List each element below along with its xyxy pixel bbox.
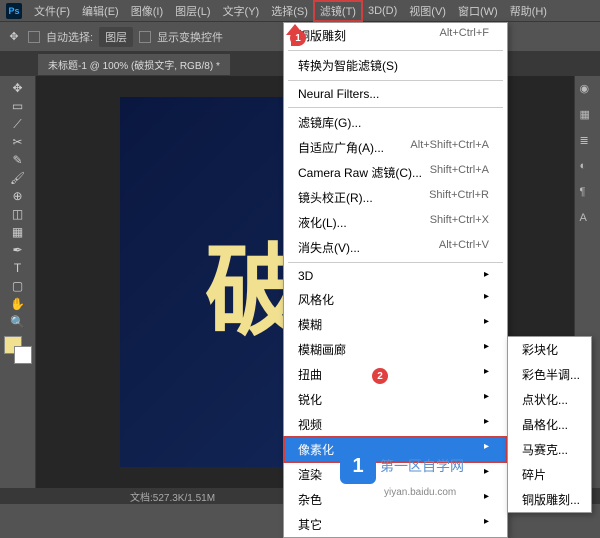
move-tool[interactable]: ✥ <box>10 80 26 96</box>
menu-item-g1-2[interactable]: Camera Raw 滤镜(C)...Shift+Ctrl+A <box>284 160 507 185</box>
menu-type[interactable]: 文字(Y) <box>217 1 266 21</box>
hand-tool[interactable]: ✋ <box>10 296 26 312</box>
gradient-tool[interactable]: ▦ <box>10 224 26 240</box>
brush-tool[interactable]: 🖌 <box>10 170 26 186</box>
submenu-item-4[interactable]: 马赛克... <box>508 437 591 462</box>
auto-select-checkbox[interactable] <box>28 31 40 43</box>
menu-edit[interactable]: 编辑(E) <box>76 1 125 21</box>
menu-select[interactable]: 选择(S) <box>265 1 314 21</box>
menu-item-g2-2[interactable]: 模糊 <box>284 312 507 337</box>
menu-item-g1-1[interactable]: 自适应广角(A)...Alt+Shift+Ctrl+A <box>284 135 507 160</box>
shape-tool[interactable]: ▢ <box>10 278 26 294</box>
marker-1: 1 <box>290 30 306 46</box>
document-tab[interactable]: 未标题-1 @ 100% (破损文字, RGB/8) * <box>38 54 230 75</box>
menu-item-g1-0[interactable]: 滤镜库(G)... <box>284 110 507 135</box>
lasso-tool[interactable]: ⟋ <box>10 116 26 132</box>
menu-item-smart-filter[interactable]: 转换为智能滤镜(S) <box>284 53 507 78</box>
menu-item-neural[interactable]: Neural Filters... <box>284 83 507 105</box>
paragraph-panel-icon[interactable]: ¶ <box>580 186 596 202</box>
menu-window[interactable]: 窗口(W) <box>452 1 504 21</box>
adjustments-panel-icon[interactable]: ◐ <box>580 160 596 176</box>
color-swatches[interactable] <box>4 336 32 364</box>
menu-item-g2-4[interactable]: 扭曲 <box>284 362 507 387</box>
show-transform-checkbox[interactable] <box>139 31 151 43</box>
pixelate-submenu: 彩块化彩色半调...点状化...晶格化...马赛克...碎片铜版雕刻... <box>507 336 592 513</box>
ps-logo: Ps <box>6 3 22 19</box>
color-panel-icon[interactable]: ◉ <box>580 82 596 98</box>
submenu-item-6[interactable]: 铜版雕刻... <box>508 487 591 512</box>
background-swatch[interactable] <box>14 346 32 364</box>
crop-tool[interactable]: ✂ <box>10 134 26 150</box>
layers-panel-icon[interactable]: ≣ <box>580 134 596 150</box>
auto-select-label: 自动选择: <box>46 29 93 45</box>
menu-item-g2-3[interactable]: 模糊画廊 <box>284 337 507 362</box>
document-size: 文档:527.3K/1.51M <box>130 489 215 504</box>
menu-item-g2-0[interactable]: 3D <box>284 265 507 287</box>
menu-separator <box>288 50 503 51</box>
clone-tool[interactable]: ⊕ <box>10 188 26 204</box>
watermark-title: 第一区自学网 <box>380 456 464 476</box>
menu-item-top-0[interactable]: 铜版雕刻Alt+Ctrl+F <box>284 23 507 48</box>
menubar: Ps 文件(F) 编辑(E) 图像(I) 图层(L) 文字(Y) 选择(S) 滤… <box>0 0 600 22</box>
menu-image[interactable]: 图像(I) <box>125 1 169 21</box>
menu-help[interactable]: 帮助(H) <box>504 1 553 21</box>
submenu-item-5[interactable]: 碎片 <box>508 462 591 487</box>
menu-item-g1-3[interactable]: 镜头校正(R)...Shift+Ctrl+R <box>284 185 507 210</box>
watermark-sub: yiyan.baidu.com <box>384 487 456 498</box>
submenu-item-0[interactable]: 彩块化 <box>508 337 591 362</box>
menu-item-g2-6[interactable]: 视频 <box>284 412 507 437</box>
eraser-tool[interactable]: ◫ <box>10 206 26 222</box>
menu-separator <box>288 80 503 81</box>
menu-view[interactable]: 视图(V) <box>403 1 452 21</box>
menu-item-g1-4[interactable]: 液化(L)...Shift+Ctrl+X <box>284 210 507 235</box>
pen-tool[interactable]: ✒ <box>10 242 26 258</box>
marker-2: 2 <box>372 368 388 384</box>
type-tool[interactable]: T <box>10 260 26 276</box>
menu-filter[interactable]: 滤镜(T) <box>314 1 362 21</box>
watermark-badge: 1 <box>340 448 376 484</box>
menu-separator <box>288 262 503 263</box>
menu-item-g2-10[interactable]: 其它 <box>284 512 507 537</box>
menu-item-g1-5[interactable]: 消失点(V)...Alt+Ctrl+V <box>284 235 507 260</box>
zoom-tool[interactable]: 🔍 <box>10 314 26 330</box>
marquee-tool[interactable]: ▭ <box>10 98 26 114</box>
menu-item-g2-5[interactable]: 锐化 <box>284 387 507 412</box>
menu-separator <box>288 107 503 108</box>
toolbox: ✥ ▭ ⟋ ✂ ✎ 🖌 ⊕ ◫ ▦ ✒ T ▢ ✋ 🔍 <box>0 76 36 488</box>
show-transform-label: 显示变换控件 <box>157 29 223 45</box>
menu-layer[interactable]: 图层(L) <box>169 1 216 21</box>
eyedropper-tool[interactable]: ✎ <box>10 152 26 168</box>
swatches-panel-icon[interactable]: ▦ <box>580 108 596 124</box>
layer-group-select[interactable]: 图层 <box>99 27 133 47</box>
character-panel-icon[interactable]: A <box>580 212 596 228</box>
menu-3d[interactable]: 3D(D) <box>362 3 403 19</box>
watermark: 1 第一区自学网 <box>340 448 464 484</box>
menu-item-g2-1[interactable]: 风格化 <box>284 287 507 312</box>
submenu-item-2[interactable]: 点状化... <box>508 387 591 412</box>
move-tool-icon: ✥ <box>6 29 22 45</box>
menu-file[interactable]: 文件(F) <box>28 1 76 21</box>
submenu-item-3[interactable]: 晶格化... <box>508 412 591 437</box>
submenu-item-1[interactable]: 彩色半调... <box>508 362 591 387</box>
